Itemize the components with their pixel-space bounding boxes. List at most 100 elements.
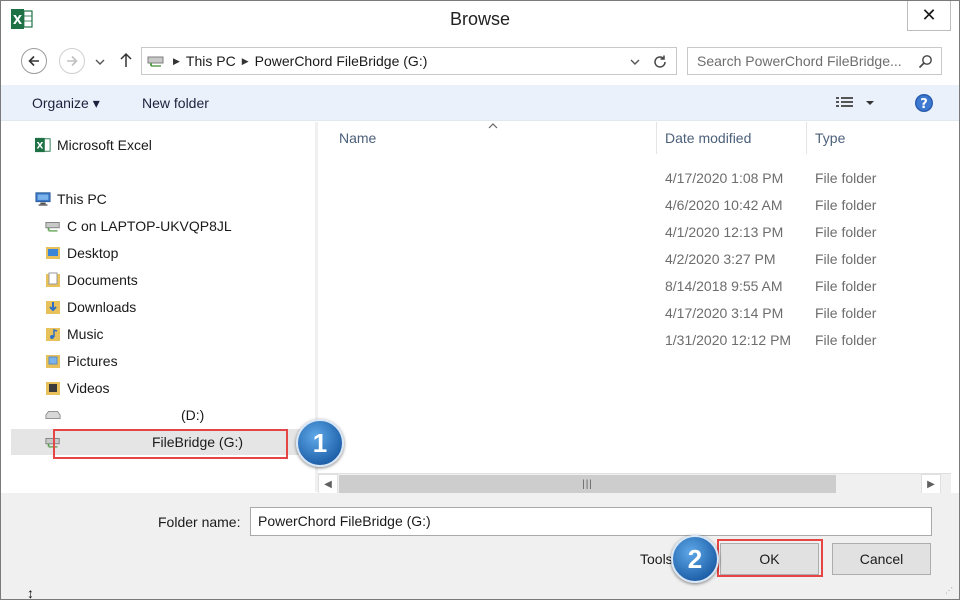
- forward-button[interactable]: [59, 48, 85, 74]
- downloads-folder-icon: [45, 299, 61, 315]
- back-button[interactable]: [21, 48, 47, 74]
- search-input[interactable]: Search PowerChord FileBridge...: [687, 47, 942, 75]
- horizontal-scrollbar[interactable]: ◀ ||| ▶: [318, 473, 951, 494]
- nav-item-pictures[interactable]: Pictures: [1, 348, 307, 374]
- music-folder-icon: [45, 326, 61, 342]
- row-type: File folder: [815, 170, 877, 186]
- column-label: Date modified: [665, 130, 752, 146]
- window-title: Browse: [449, 9, 511, 29]
- nav-item-videos[interactable]: Videos: [1, 375, 307, 401]
- table-row[interactable]: 4/17/2020 1:08 PM File folder: [318, 165, 951, 192]
- table-row[interactable]: 4/1/2020 12:13 PM File folder: [318, 219, 951, 246]
- nav-item-d-drive[interactable]: (D:): [1, 402, 307, 428]
- search-placeholder: Search PowerChord FileBridge...: [697, 53, 902, 69]
- sort-ascending-icon: [488, 123, 498, 129]
- nav-item-downloads[interactable]: Downloads: [1, 294, 307, 320]
- step-badge-1: 1: [296, 419, 344, 467]
- recent-locations-chevron-icon[interactable]: [95, 58, 105, 66]
- close-icon: ✕: [921, 5, 937, 25]
- row-type: File folder: [815, 332, 877, 348]
- row-date: 4/17/2020 1:08 PM: [665, 170, 784, 186]
- nav-item-label: Videos: [67, 380, 110, 396]
- forward-arrow-icon: [67, 55, 78, 67]
- nav-item-label: C on LAPTOP-UKVQP8JL: [67, 218, 232, 234]
- pictures-folder-icon: [45, 353, 61, 369]
- nav-item-desktop[interactable]: Desktop: [1, 240, 307, 266]
- scrollbar-thumb[interactable]: |||: [339, 475, 836, 493]
- table-row[interactable]: 4/2/2020 3:27 PM File folder: [318, 246, 951, 273]
- computer-icon: [35, 191, 51, 207]
- nav-item-label: Documents: [67, 272, 138, 288]
- resize-grip-icon[interactable]: ⋰: [945, 586, 953, 595]
- scroll-right-icon[interactable]: ▶: [921, 474, 941, 494]
- documents-folder-icon: [45, 272, 61, 288]
- folder-name-field[interactable]: PowerChord FileBridge (G:): [250, 507, 932, 536]
- table-row[interactable]: 4/6/2020 10:42 AM File folder: [318, 192, 951, 219]
- row-type: File folder: [815, 251, 877, 267]
- organize-button[interactable]: Organize ▾: [32, 95, 100, 112]
- callout-highlight-drive: [53, 429, 288, 459]
- search-icon: [918, 55, 932, 69]
- column-label: Name: [339, 130, 377, 146]
- address-row: ▶ This PC ▶ PowerChord FileBridge (G:) S…: [1, 39, 959, 83]
- nav-item-label: Microsoft Excel: [57, 137, 152, 153]
- new-folder-button[interactable]: New folder: [142, 95, 209, 111]
- row-type: File folder: [815, 197, 877, 213]
- row-date: 1/31/2020 12:12 PM: [665, 332, 792, 348]
- nav-item-label: Desktop: [67, 245, 119, 261]
- column-header-name[interactable]: Name: [318, 122, 657, 154]
- row-type: File folder: [815, 305, 877, 321]
- close-button[interactable]: ✕: [907, 1, 951, 31]
- row-type: File folder: [815, 224, 877, 240]
- nav-item-label: (D:): [181, 407, 205, 423]
- navigation-pane: X Microsoft Excel This PC C on LAPTOP-UK…: [1, 122, 315, 470]
- tools-button[interactable]: Tools: [640, 551, 673, 567]
- row-date: 4/2/2020 3:27 PM: [665, 251, 776, 267]
- folder-name-label: Folder name:: [158, 514, 241, 530]
- view-options-icon[interactable]: [835, 95, 875, 111]
- breadcrumb-separator-icon: ▶: [173, 55, 180, 66]
- row-date: 4/6/2020 10:42 AM: [665, 197, 783, 213]
- title-bar: X Browse ✕: [1, 1, 959, 39]
- step-badge-2: 2: [671, 535, 719, 583]
- network-drive-icon: [147, 53, 165, 70]
- address-dropdown-icon[interactable]: [630, 58, 640, 66]
- videos-folder-icon: [45, 380, 61, 396]
- nav-item-music[interactable]: Music: [1, 321, 307, 347]
- table-row[interactable]: 1/31/2020 12:12 PM File folder: [318, 327, 951, 354]
- column-header-date[interactable]: Date modified: [657, 122, 807, 154]
- nav-item-label: Pictures: [67, 353, 118, 369]
- nav-item-label: This PC: [57, 191, 107, 207]
- browse-dialog: X Browse ✕ ▶ This PC ▶ PowerChord FileBr…: [0, 0, 960, 601]
- nav-item-microsoft-excel[interactable]: X Microsoft Excel: [1, 132, 307, 158]
- nav-item-documents[interactable]: Documents: [1, 267, 307, 293]
- nav-item-label: Music: [67, 326, 104, 342]
- row-date: 8/14/2018 9:55 AM: [665, 278, 783, 294]
- cancel-button[interactable]: Cancel: [832, 543, 931, 575]
- file-list: Name Date modified Type 4/17/2020 1:08 P…: [318, 122, 951, 472]
- refresh-icon[interactable]: [652, 54, 668, 70]
- mouse-cursor-icon: ↕: [27, 585, 34, 601]
- column-header-type[interactable]: Type: [807, 122, 951, 154]
- network-drive-icon: [45, 218, 61, 234]
- callout-highlight-ok: [717, 539, 823, 577]
- address-bar[interactable]: ▶ This PC ▶ PowerChord FileBridge (G:): [141, 47, 677, 75]
- svg-text:?: ?: [920, 97, 928, 112]
- row-date: 4/17/2020 3:14 PM: [665, 305, 784, 321]
- desktop-folder-icon: [45, 245, 61, 261]
- help-icon[interactable]: ?: [914, 93, 934, 113]
- drive-icon: [45, 407, 61, 423]
- back-arrow-icon: [28, 55, 39, 67]
- table-row[interactable]: 8/14/2018 9:55 AM File folder: [318, 273, 951, 300]
- scroll-left-icon[interactable]: ◀: [318, 474, 338, 494]
- row-type: File folder: [815, 278, 877, 294]
- nav-item-c-drive[interactable]: C on LAPTOP-UKVQP8JL: [1, 213, 307, 239]
- row-date: 4/1/2020 12:13 PM: [665, 224, 784, 240]
- table-row[interactable]: 4/17/2020 3:14 PM File folder: [318, 300, 951, 327]
- nav-item-label: Downloads: [67, 299, 137, 315]
- nav-item-this-pc[interactable]: This PC: [1, 186, 307, 212]
- breadcrumb-this-pc[interactable]: This PC: [186, 53, 236, 69]
- up-arrow-icon[interactable]: [119, 52, 133, 68]
- command-bar: Organize ▾ New folder ?: [1, 85, 959, 121]
- breadcrumb-drive[interactable]: PowerChord FileBridge (G:): [255, 53, 428, 69]
